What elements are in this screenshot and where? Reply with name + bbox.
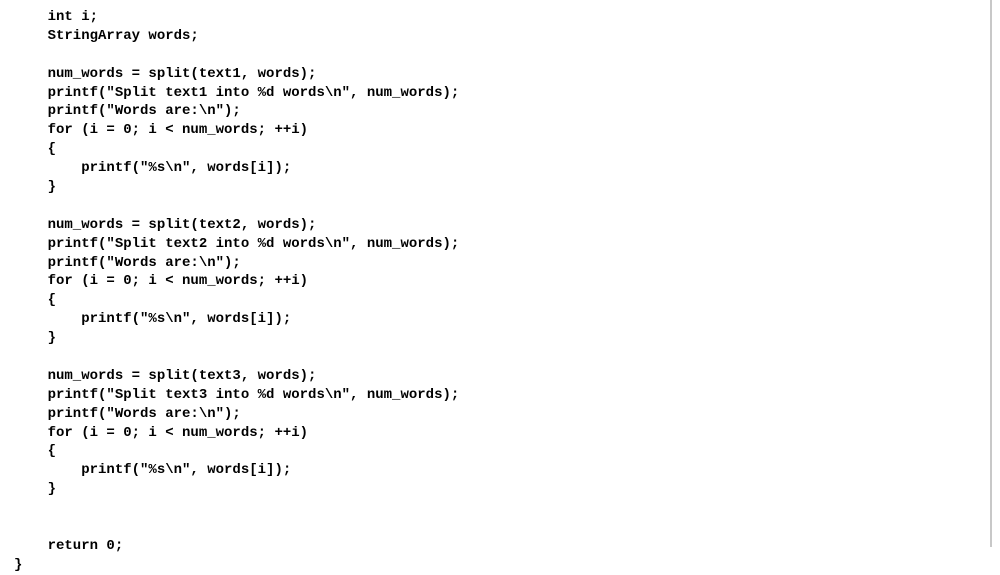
right-scrollbar-edge (990, 0, 992, 547)
code-line: int i; StringArray words; num_words = sp… (14, 9, 459, 573)
code-block: int i; StringArray words; num_words = sp… (14, 8, 1000, 575)
